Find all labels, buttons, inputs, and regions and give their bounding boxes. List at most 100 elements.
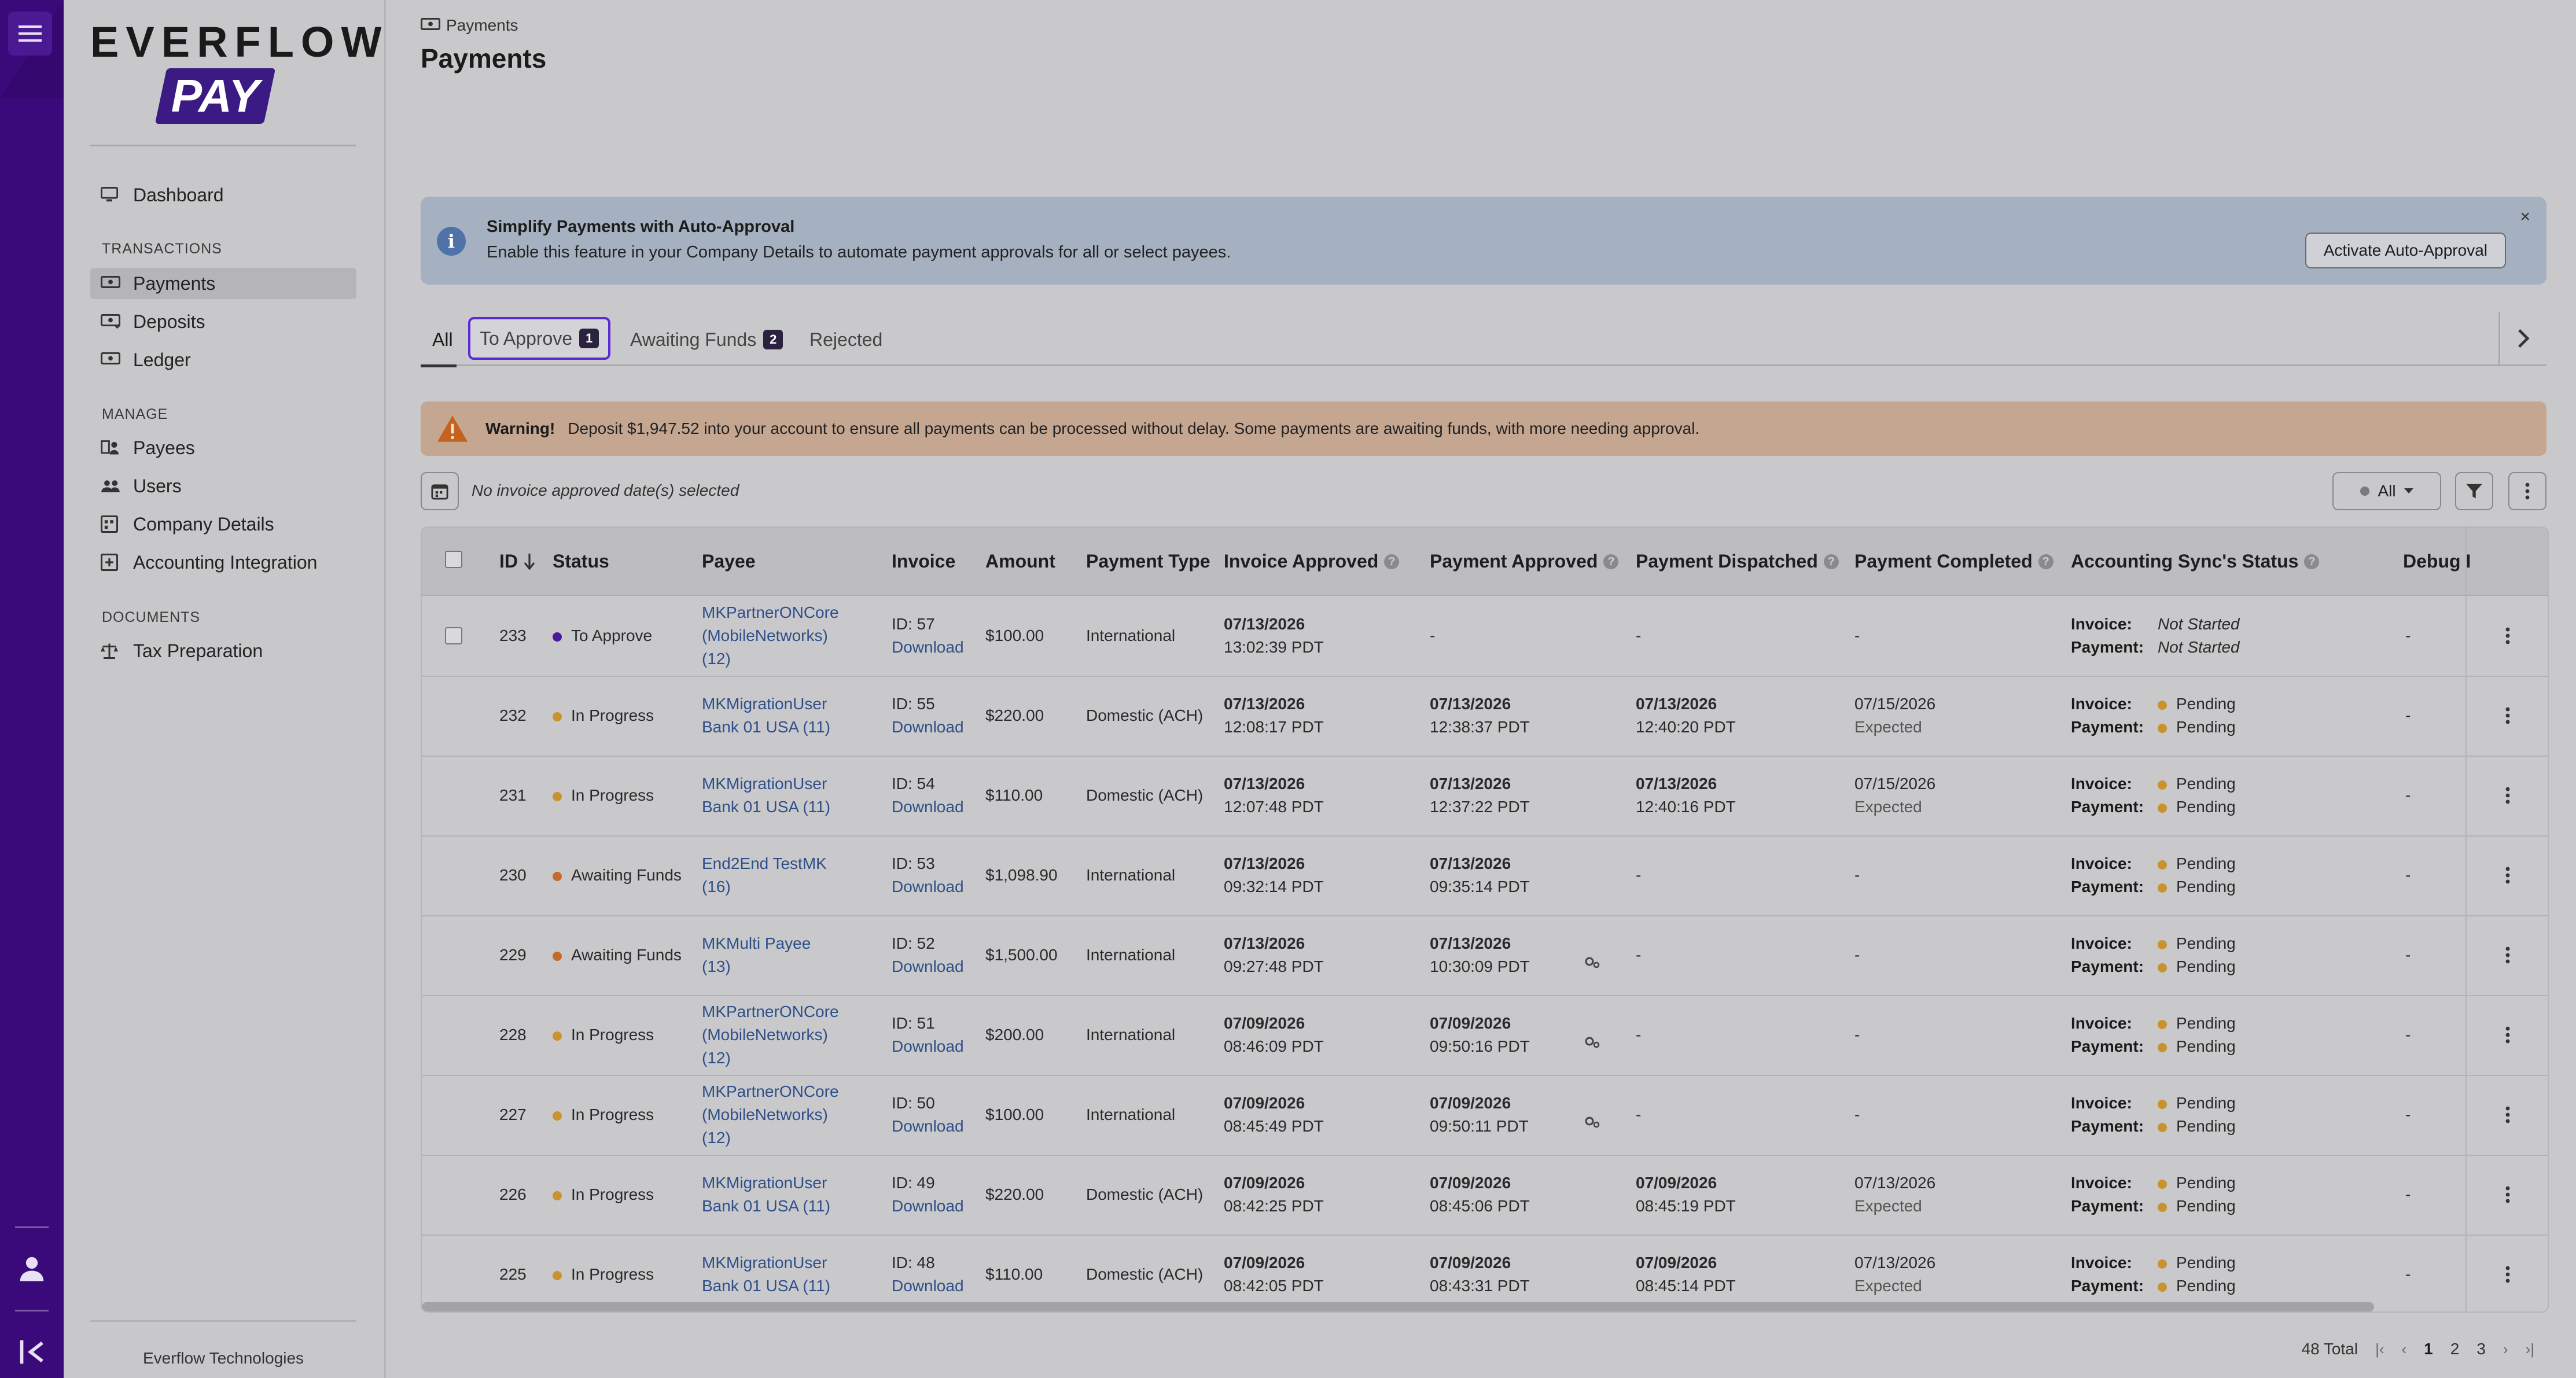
date: 07/15/2026 (1854, 695, 1936, 713)
payee-link[interactable]: MKPartnerONCore (MobileNetworks) (12) (702, 601, 839, 670)
payee-link[interactable]: MKPartnerONCore (MobileNetworks) (12) (702, 1080, 839, 1149)
column-header-payment-type[interactable]: Payment Type (1086, 551, 1210, 572)
payee-link[interactable]: MKMigrationUser Bank 01 USA (11) (702, 1251, 830, 1298)
sidebar-item-tax-preparation[interactable]: Tax Preparation (90, 635, 356, 666)
sidebar-item-label: Tax Preparation (133, 640, 263, 661)
user-profile-button[interactable] (16, 1252, 47, 1287)
payment-type-cell: Domestic (ACH) (1086, 706, 1204, 724)
table-row[interactable]: 226 In Progress MKMigrationUser Bank 01 USA… (422, 1155, 2548, 1236)
payment-dispatched-cell: 07/09/2026 08:45:19 PDT (1636, 1171, 1736, 1218)
payee-link[interactable]: MKMigrationUser Bank 01 USA (11) (702, 772, 830, 819)
sidebar-item-deposits[interactable]: Deposits (90, 306, 356, 337)
sync-payment-status: Pending (2176, 1117, 2236, 1135)
sidebar-item-label: Ledger (133, 349, 191, 370)
page-1[interactable]: 1 (2424, 1340, 2433, 1358)
payment-approved-cell: 07/09/2026 09:50:16 PDT (1430, 1012, 1530, 1058)
sidebar-item-payments[interactable]: Payments (90, 268, 356, 299)
page-2[interactable]: 2 (2450, 1340, 2460, 1358)
last-page-icon[interactable]: ›| (2526, 1340, 2534, 1358)
invoice-cell: ID: 48 Download (892, 1251, 964, 1298)
pending-dot (2158, 963, 2167, 972)
column-header-accounting-sync[interactable]: Accounting Sync's Status? (2071, 551, 2320, 572)
column-header-payment-dispatched[interactable]: Payment Dispatched? (1636, 551, 1839, 572)
activate-auto-approval-button[interactable]: Activate Auto-Approval (2305, 233, 2506, 268)
banner-title: Simplify Payments with Auto-Approval (487, 218, 795, 236)
payment-type-cell: Domestic (ACH) (1086, 786, 1204, 804)
close-icon[interactable]: × (2520, 207, 2530, 227)
invoice-download-link[interactable]: Download (892, 1115, 964, 1138)
sidebar-item-company-details[interactable]: Company Details (90, 509, 356, 540)
column-header-amount[interactable]: Amount (985, 551, 1055, 572)
gears-icon[interactable] (1584, 1033, 1601, 1056)
tab-rejected[interactable]: Rejected (809, 319, 882, 360)
next-page-icon[interactable]: › (2503, 1340, 2508, 1358)
table-row[interactable]: 227 In Progress MKPartnerONCore (MobileNetw… (422, 1075, 2548, 1156)
sidebar-item-payees[interactable]: Payees (90, 432, 356, 463)
date: 07/15/2026 (1854, 775, 1936, 793)
column-header-invoice[interactable]: Invoice (892, 551, 955, 572)
invoice-download-link[interactable]: Download (892, 795, 964, 819)
gears-icon[interactable] (1584, 953, 1601, 976)
invoice-cell: ID: 49 Download (892, 1171, 964, 1218)
column-header-id[interactable]: ID (499, 551, 535, 572)
tab-all[interactable]: All (421, 319, 457, 367)
column-header-invoice-approved[interactable]: Invoice Approved? (1224, 551, 1400, 572)
collapse-sidebar-button[interactable] (16, 1336, 47, 1370)
horizontal-scrollbar[interactable] (422, 1302, 2374, 1311)
invoice-download-link[interactable]: Download (892, 1195, 964, 1218)
invoice-download-link[interactable]: Download (892, 955, 964, 978)
payee-icon (101, 440, 124, 456)
calendar-icon (431, 484, 448, 500)
first-page-icon[interactable]: |‹ (2375, 1340, 2384, 1358)
menu-button[interactable] (8, 12, 52, 56)
invoice-approved-cell: 07/13/2026 13:02:39 PDT (1224, 613, 1324, 659)
sidebar-item-dashboard[interactable]: Dashboard (90, 179, 356, 211)
filter-button[interactable] (2455, 472, 2493, 510)
column-header-payment-completed[interactable]: Payment Completed? (1854, 551, 2054, 572)
payee-link[interactable]: MKMulti Payee (13) (702, 932, 811, 978)
sidebar-item-users[interactable]: Users (90, 470, 356, 502)
row-checkbox[interactable] (445, 627, 462, 644)
help-icon[interactable]: ? (2038, 554, 2054, 569)
payee-link[interactable]: MKMigrationUser Bank 01 USA (11) (702, 692, 830, 739)
payee-link[interactable]: End2End TestMK (16) (702, 852, 827, 898)
table-row[interactable]: 231 In Progress MKMigrationUser Bank 01 USA… (422, 756, 2548, 837)
column-header-debug[interactable]: Debug I (2403, 551, 2471, 572)
table-row[interactable]: 230 Awaiting Funds End2End TestMK (16) ID: 5… (422, 835, 2548, 916)
invoice-download-link[interactable]: Download (892, 1274, 964, 1298)
invoice-download-link[interactable]: Download (892, 1035, 964, 1058)
gears-icon[interactable] (1584, 1112, 1601, 1136)
breadcrumb-item[interactable]: Payments (446, 16, 518, 35)
column-header-payment-approved[interactable]: Payment Approved? (1430, 551, 1619, 572)
payee-link[interactable]: MKMigrationUser Bank 01 USA (11) (702, 1171, 830, 1218)
status-filter-select[interactable]: All (2332, 472, 2441, 510)
tab-awaiting-funds[interactable]: Awaiting Funds 2 (630, 319, 783, 360)
page-3[interactable]: 3 (2476, 1340, 2486, 1358)
table-row[interactable]: 232 In Progress MKMigrationUser Bank 01 USA… (422, 676, 2548, 757)
date-filter-button[interactable] (421, 472, 459, 510)
table-row[interactable]: 229 Awaiting Funds MKMulti Payee (13) ID: 52… (422, 915, 2548, 996)
payee-link[interactable]: MKPartnerONCore (MobileNetworks) (12) (702, 1000, 839, 1070)
tab-to-approve[interactable]: To Approve 1 (468, 317, 611, 360)
table-row[interactable]: 225 In Progress MKMigrationUser Bank 01 USA… (422, 1235, 2548, 1311)
help-icon[interactable]: ? (2304, 554, 2320, 569)
tabs-scroll-right-button[interactable] (2498, 312, 2546, 364)
column-header-payee[interactable]: Payee (702, 551, 756, 572)
sidebar-item-accounting-integration[interactable]: Accounting Integration (90, 547, 356, 578)
invoice-download-link[interactable]: Download (892, 636, 964, 659)
help-icon[interactable]: ? (1823, 554, 1839, 569)
help-icon[interactable]: ? (1384, 554, 1400, 569)
payment-dispatched-cell: - (1636, 627, 1642, 644)
column-header-status[interactable]: Status (553, 551, 609, 572)
invoice-download-link[interactable]: Download (892, 716, 964, 739)
table-header: ID Status Payee Invoice Amount Payment T… (422, 528, 2548, 596)
help-icon[interactable]: ? (1603, 554, 1619, 569)
sidebar-item-ledger[interactable]: Ledger (90, 344, 356, 375)
more-options-button[interactable] (2508, 472, 2546, 510)
invoice-download-link[interactable]: Download (892, 875, 964, 898)
select-all-checkbox[interactable] (445, 551, 462, 568)
table-row[interactable]: 228 In Progress MKPartnerONCore (MobileNetw… (422, 995, 2548, 1076)
invoice-approved-cell: 07/13/2026 09:32:14 PDT (1224, 852, 1324, 898)
prev-page-icon[interactable]: ‹ (2402, 1340, 2407, 1358)
table-row[interactable]: 233 To Approve MKPartnerONCore (MobileNetwo… (422, 596, 2548, 677)
